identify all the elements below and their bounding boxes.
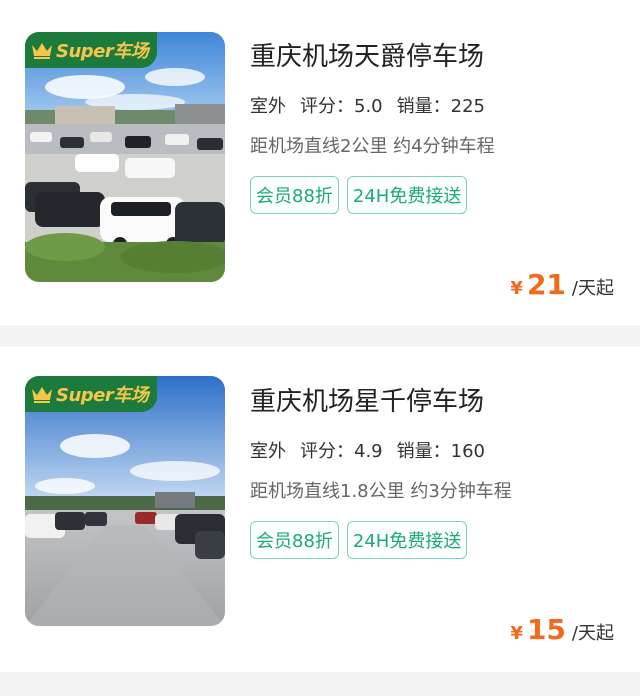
parking-lot-photo[interactable]: Super车场 <box>25 376 225 626</box>
parking-lot-name[interactable]: 重庆机场星千停车场 <box>250 381 484 418</box>
parking-lot-photo[interactable]: Super车场 <box>25 32 225 282</box>
sales-count: 销量：160 <box>396 441 485 462</box>
tag-free-shuttle: 24H免费接送 <box>346 176 468 214</box>
crown-icon <box>32 43 52 59</box>
price-value: 15 <box>526 613 566 646</box>
crown-icon <box>32 387 52 403</box>
tag-free-shuttle: 24H免费接送 <box>346 521 468 559</box>
price-value: 21 <box>526 268 566 301</box>
tag-member-discount: 会员88折 <box>250 521 339 559</box>
parking-lot-card[interactable]: Super车场 重庆机场天爵停车场 室外 评分：5.0 销量：225 距机场直线… <box>0 0 640 325</box>
benefit-tags: 会员88折 24H免费接送 <box>250 521 468 559</box>
parking-type-tag: 室外 <box>250 92 290 121</box>
price: ¥ 21 /天起 <box>510 268 614 301</box>
super-parking-badge: Super车场 <box>25 32 157 68</box>
parking-type-tag: 室外 <box>250 437 290 466</box>
badge-label: Super车场 <box>56 41 149 62</box>
currency-symbol: ¥ <box>510 623 523 644</box>
distance-text: 距机场直线2公里 约4分钟车程 <box>250 136 495 157</box>
price-unit: /天起 <box>571 278 614 299</box>
parking-lot-meta: 室外 评分：5.0 销量：225 <box>250 92 499 121</box>
sales-count: 销量：225 <box>396 96 485 117</box>
rating: 评分：4.9 <box>300 441 383 462</box>
distance-text: 距机场直线1.8公里 约3分钟车程 <box>250 481 512 502</box>
parking-lot-card[interactable]: Super车场 重庆机场星千停车场 室外 评分：4.9 销量：160 距机场直线… <box>0 347 640 672</box>
currency-symbol: ¥ <box>510 278 523 299</box>
badge-label: Super车场 <box>56 385 149 406</box>
price-unit: /天起 <box>571 623 614 644</box>
tag-member-discount: 会员88折 <box>250 176 339 214</box>
parking-lot-meta: 室外 评分：4.9 销量：160 <box>250 437 499 466</box>
rating: 评分：5.0 <box>300 96 383 117</box>
benefit-tags: 会员88折 24H免费接送 <box>250 176 468 214</box>
price: ¥ 15 /天起 <box>510 613 614 646</box>
parking-lot-name[interactable]: 重庆机场天爵停车场 <box>250 36 484 73</box>
super-parking-badge: Super车场 <box>25 376 157 412</box>
